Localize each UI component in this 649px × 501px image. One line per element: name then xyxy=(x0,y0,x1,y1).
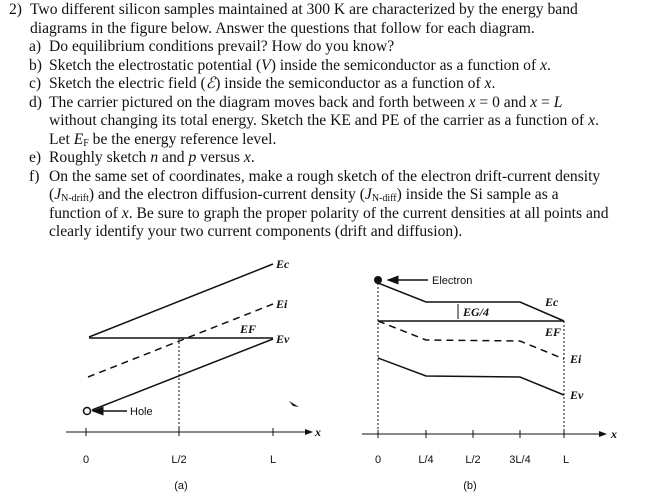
intrinsic-level xyxy=(377,320,565,360)
stray-mark xyxy=(289,401,299,407)
ei-label-a: Ei xyxy=(275,297,288,311)
tick-label: L xyxy=(270,454,276,466)
ef-label-a: EF xyxy=(239,322,256,336)
tick-label: 0 xyxy=(375,454,381,466)
ev-label-a: Ev xyxy=(275,332,290,346)
valence-band-edge xyxy=(91,338,274,411)
ef-label-b: EF xyxy=(544,325,561,339)
hole-label: Hole xyxy=(130,406,153,418)
tick-label: L/2 xyxy=(171,454,186,466)
tick-label: L xyxy=(563,454,569,466)
energy-band-figure: Ec Ei EF Ev Hole x 0 L/2 L (a) Electron … xyxy=(66,257,617,492)
gap-label: EG/4 xyxy=(462,305,489,319)
ei-label-b: Ei xyxy=(569,352,582,366)
electron-icon xyxy=(374,276,382,284)
valence-band-edge xyxy=(377,357,565,396)
ec-label-b: Ec xyxy=(544,295,559,309)
x-label-b: x xyxy=(610,427,617,441)
intrinsic-level xyxy=(87,303,274,378)
ev-label-b: Ev xyxy=(569,388,584,402)
hole-icon xyxy=(82,406,92,416)
caption-b: (b) xyxy=(463,480,476,492)
ec-label-a: Ec xyxy=(275,257,290,271)
x-label-a: x xyxy=(314,425,321,439)
caption-a: (a) xyxy=(174,480,187,492)
tick-label: 0 xyxy=(83,454,89,466)
diagram-a xyxy=(66,263,313,436)
tick-label: L/4 xyxy=(418,454,433,466)
tick-label: L/2 xyxy=(465,454,480,466)
electron-label: Electron xyxy=(432,275,472,287)
tick-label: 3L/4 xyxy=(509,454,530,466)
